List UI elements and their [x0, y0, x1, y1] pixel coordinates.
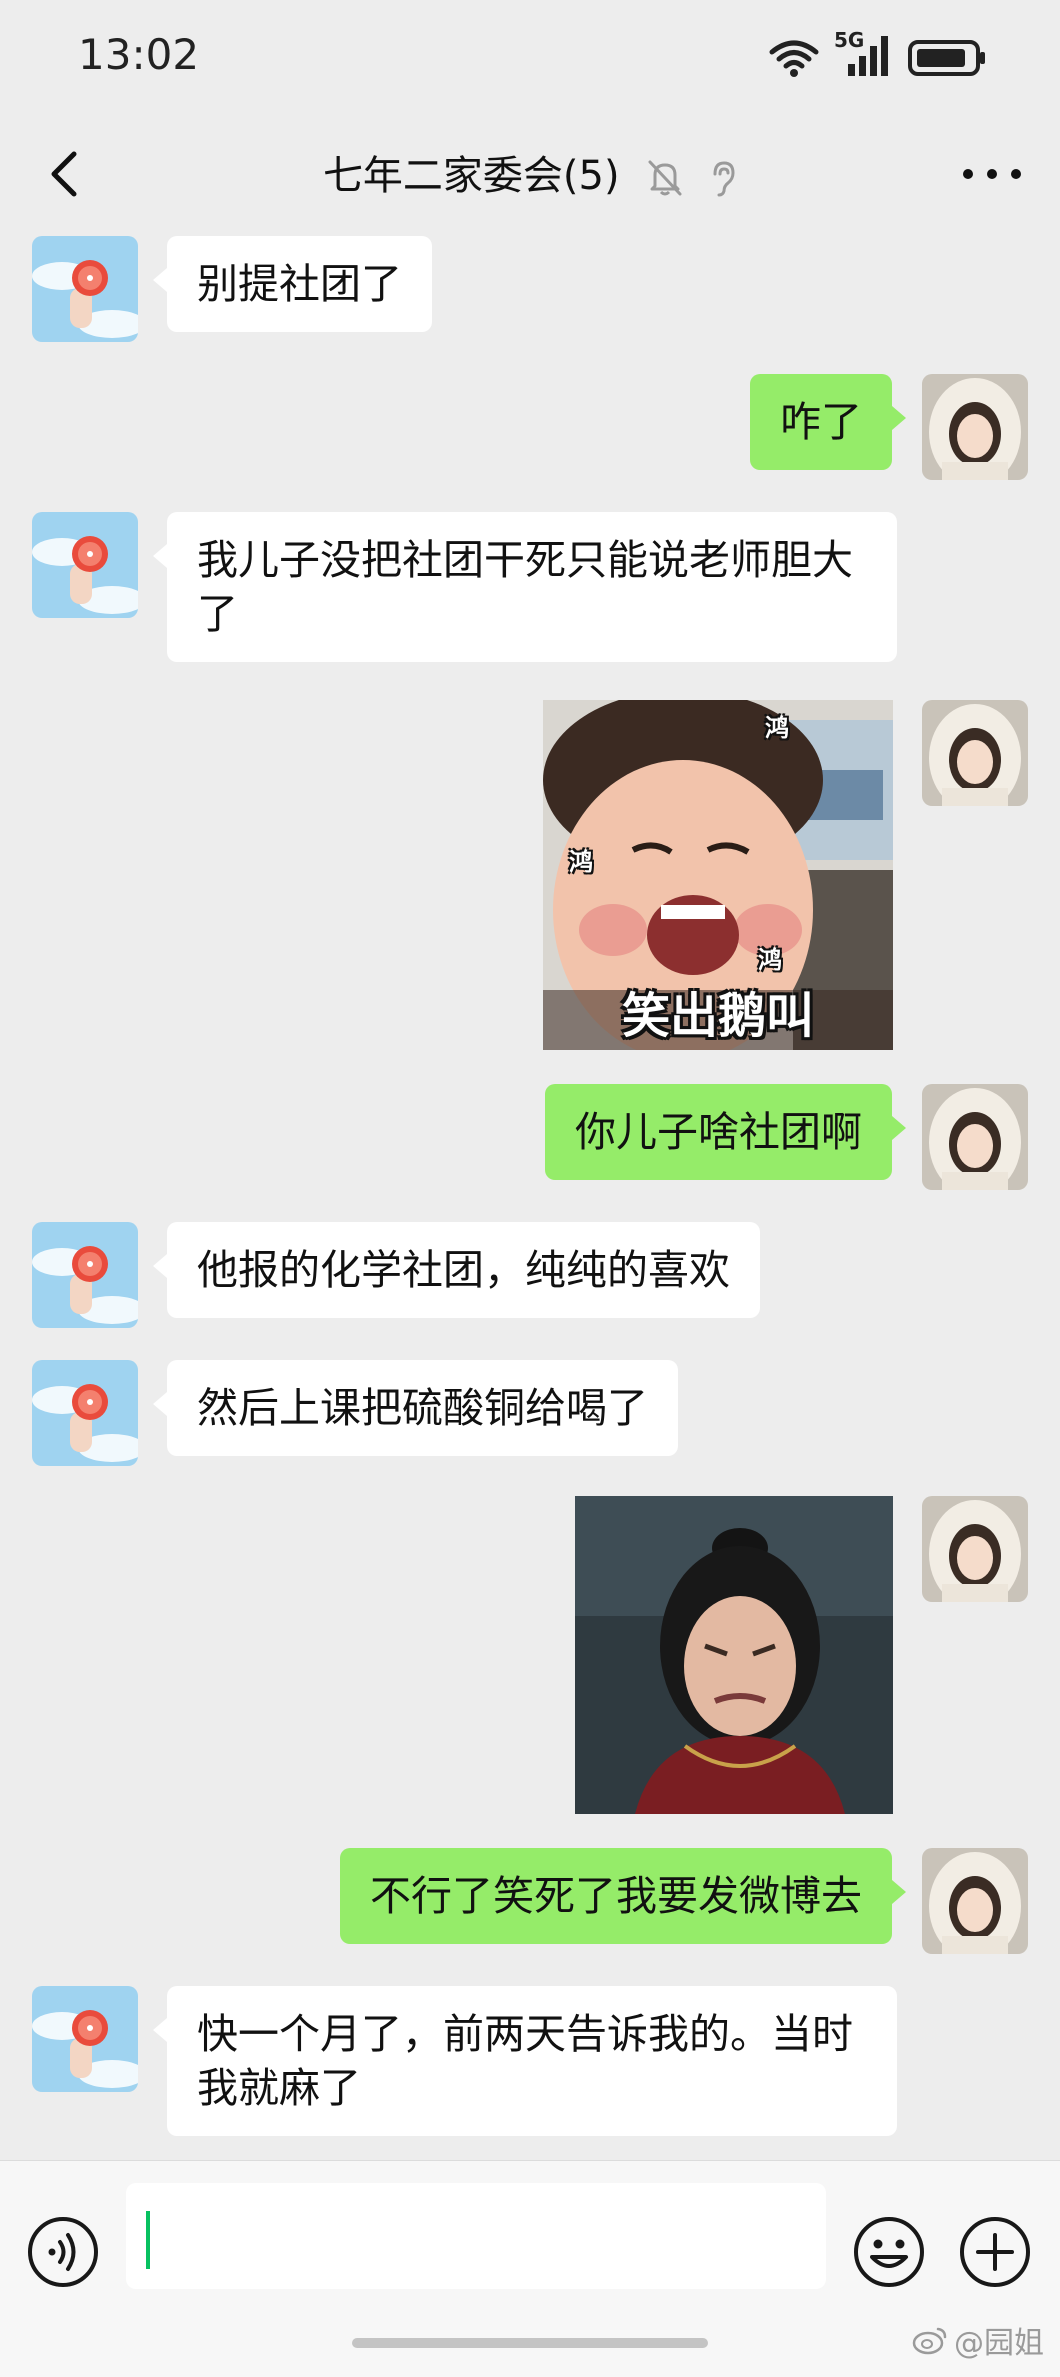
sticker-grimacing-woman[interactable]: [575, 1496, 893, 1814]
user-avatar[interactable]: [922, 1084, 1028, 1190]
chat-header: 七年二家委会(5): [0, 118, 1060, 230]
contact-avatar[interactable]: [32, 236, 138, 342]
user-avatar[interactable]: [922, 1848, 1028, 1954]
home-indicator[interactable]: [352, 2338, 708, 2348]
contact-avatar[interactable]: [32, 1222, 138, 1328]
sticker-caption: 笑出鹅叫: [621, 988, 814, 1044]
wifi-icon: [769, 40, 819, 77]
message-bubble-incoming[interactable]: 他报的化学社团，纯纯的喜欢: [153, 1222, 760, 1318]
message-list[interactable]: 别提社团了 咋了 我儿子没把社团干死只能说老师胆大了 鸿 鸿 鸿 笑出鹅叫 你儿…: [0, 230, 1060, 2160]
chat-title-icons: [646, 144, 737, 208]
user-avatar[interactable]: [922, 1496, 1028, 1602]
message-bubble-outgoing[interactable]: 你儿子啥社团啊: [545, 1084, 906, 1180]
message-bubble-incoming[interactable]: 我儿子没把社团干死只能说老师胆大了: [153, 512, 897, 662]
signal-icon: 5G: [834, 28, 894, 78]
plus-icon[interactable]: [958, 2215, 1032, 2289]
message-bubble-incoming[interactable]: 别提社团了: [153, 236, 432, 332]
more-icon[interactable]: [952, 142, 1032, 206]
message-input[interactable]: [126, 2183, 826, 2289]
user-avatar[interactable]: [922, 700, 1028, 806]
voice-icon[interactable]: [26, 2215, 100, 2289]
chat-title: 七年二家委会(5): [322, 153, 620, 199]
text-cursor: [146, 2211, 150, 2269]
mute-bell-icon: [648, 160, 682, 196]
message-bubble-incoming[interactable]: 快一个月了，前两天告诉我的。当时我就麻了: [153, 1986, 897, 2136]
message-bubble-outgoing[interactable]: 不行了笑死了我要发微博去: [340, 1848, 906, 1944]
weibo-logo-icon: [912, 2327, 947, 2355]
watermark: @园姐: [912, 2318, 1044, 2362]
message-bubble-incoming[interactable]: 然后上课把硫酸铜给喝了: [153, 1360, 678, 1456]
status-bar: 13:02 5G: [0, 0, 1060, 118]
status-time: 13:02: [78, 30, 200, 79]
battery-icon: [908, 40, 985, 76]
watermark-text: @园姐: [954, 2326, 1044, 2361]
message-bubble-outgoing[interactable]: 咋了: [750, 374, 906, 470]
contact-avatar[interactable]: [32, 1360, 138, 1466]
sticker-mark: 鸿: [758, 946, 782, 974]
chat-title-area: 七年二家委会(5): [0, 142, 1060, 206]
sticker-laughing-kid[interactable]: 鸿 鸿 鸿 笑出鹅叫: [543, 700, 893, 1050]
sticker-mark: 鸿: [765, 714, 789, 742]
contact-avatar[interactable]: [32, 1986, 138, 2092]
user-avatar[interactable]: [922, 374, 1028, 480]
sticker-mark: 鸿: [569, 848, 593, 876]
emoji-icon[interactable]: [852, 2215, 926, 2289]
earpiece-icon: [713, 161, 735, 197]
status-icons: 5G: [768, 28, 988, 78]
contact-avatar[interactable]: [32, 512, 138, 618]
